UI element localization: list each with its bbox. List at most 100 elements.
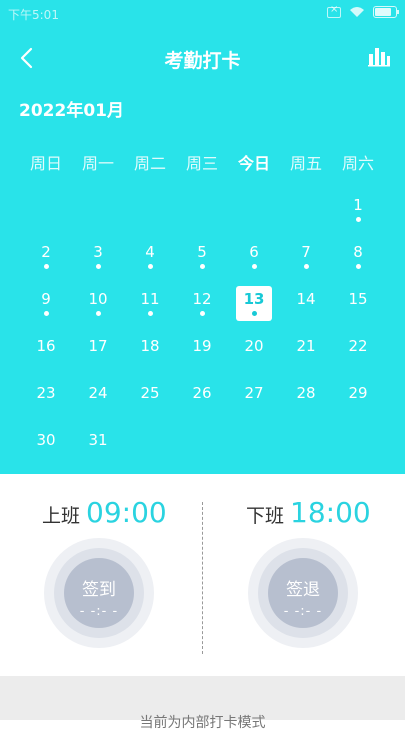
on-duty-label: 上班 xyxy=(42,505,81,527)
calendar-day-number: 5 xyxy=(197,243,207,261)
on-duty-header: 上班 09:00 xyxy=(42,496,167,529)
calendar-day[interactable]: 17 xyxy=(72,327,124,374)
calendar-day[interactable]: 6 xyxy=(228,233,280,280)
calendar-week-row: 1 xyxy=(20,186,384,233)
calendar-week-row: 2 3 4 5 6 7 8 xyxy=(20,233,384,280)
calendar-day-number: 12 xyxy=(192,290,212,308)
calendar-day[interactable]: 10 xyxy=(72,280,124,327)
footer-text: 当前为内部打卡模式 xyxy=(139,715,266,731)
wifi-icon xyxy=(350,7,364,17)
check-in-time: - -:- - xyxy=(79,604,119,619)
calendar-day[interactable]: 28 xyxy=(280,374,332,421)
weekday-label: 周日 xyxy=(29,154,62,173)
calendar-day[interactable]: 30 xyxy=(20,421,72,468)
attendance-dot xyxy=(251,311,257,316)
calendar-day[interactable]: 3 xyxy=(72,233,124,280)
check-in-label: 签到 xyxy=(82,580,116,600)
calendar-day-number: 29 xyxy=(348,384,368,402)
calendar-day-number: 13 xyxy=(243,290,265,308)
calendar-day-number: 10 xyxy=(88,290,108,308)
check-out-time: - -:- - xyxy=(283,604,323,619)
calendar-day-number: 2 xyxy=(41,243,51,261)
calendar-day-empty xyxy=(332,421,384,468)
on-duty-time: 09:00 xyxy=(86,496,167,529)
calendar-day-today[interactable]: 13 xyxy=(228,280,280,327)
calendar-day-number: 25 xyxy=(140,384,160,402)
calendar-day[interactable]: 23 xyxy=(20,374,72,421)
calendar-day-number: 4 xyxy=(145,243,155,261)
calendar-day[interactable]: 1 xyxy=(332,186,384,233)
calendar-day[interactable]: 16 xyxy=(20,327,72,374)
off-duty-time: 18:00 xyxy=(290,496,371,529)
calendar-day[interactable]: 27 xyxy=(228,374,280,421)
attendance-panel: 上班 09:00 签到 - -:- - 下班 18:00 签退 - -:- - xyxy=(0,474,405,676)
calendar-day-number: 23 xyxy=(36,384,56,402)
off-duty-header: 下班 18:00 xyxy=(246,496,371,529)
calendar-day[interactable]: 20 xyxy=(228,327,280,374)
attendance-dot xyxy=(95,264,101,269)
check-out-button[interactable]: 签退 - -:- - xyxy=(248,538,358,648)
calendar-day-empty xyxy=(280,186,332,233)
attendance-dot xyxy=(199,264,205,269)
weekday-label: 周三 xyxy=(185,154,218,173)
calendar-day[interactable]: 2 xyxy=(20,233,72,280)
calendar-day[interactable]: 19 xyxy=(176,327,228,374)
calendar-day-empty xyxy=(228,186,280,233)
calendar-day-number: 16 xyxy=(36,337,56,355)
calendar-day[interactable]: 7 xyxy=(280,233,332,280)
calendar-week-row: 16 17 18 19 20 21 22 xyxy=(20,327,384,374)
calendar-day-number: 15 xyxy=(348,290,368,308)
attendance-dot xyxy=(355,264,361,269)
calendar-day[interactable]: 4 xyxy=(124,233,176,280)
calendar-day-number: 8 xyxy=(353,243,363,261)
calendar-day-number: 22 xyxy=(348,337,368,355)
calendar-day[interactable]: 26 xyxy=(176,374,228,421)
page-title: 考勤打卡 xyxy=(164,50,241,72)
calendar-day-number: 28 xyxy=(296,384,316,402)
calendar-grid: 1 2 3 4 5 6 7 8 9 10 11 12 13 14 15 16 17 18 19 20 21 22 23 24 2… xyxy=(20,186,384,468)
attendance-dot xyxy=(251,264,257,269)
weekday-label: 周一 xyxy=(81,154,114,173)
calendar-day-number: 21 xyxy=(296,337,316,355)
weekday-label: 周六 xyxy=(341,154,374,173)
calendar-day[interactable]: 12 xyxy=(176,280,228,327)
calendar-panel: 下午5:01 考勤打卡 2022年01月 周日 周一 周二 周三 今日 周五 周… xyxy=(0,0,405,474)
calendar-day[interactable]: 21 xyxy=(280,327,332,374)
battery-icon xyxy=(373,6,399,18)
calendar-day-empty xyxy=(72,186,124,233)
check-out-label: 签退 xyxy=(286,580,320,600)
calendar-day[interactable]: 24 xyxy=(72,374,124,421)
calendar-day[interactable]: 9 xyxy=(20,280,72,327)
attendance-dot xyxy=(199,311,205,316)
calendar-day-number: 14 xyxy=(296,290,316,308)
check-in-button[interactable]: 签到 - -:- - xyxy=(44,538,154,648)
calendar-day-number: 31 xyxy=(88,431,108,449)
calendar-day[interactable]: 15 xyxy=(332,280,384,327)
calendar-day[interactable]: 14 xyxy=(280,280,332,327)
attendance-dot xyxy=(43,264,49,269)
calendar-day-number: 20 xyxy=(244,337,264,355)
calendar-day[interactable]: 29 xyxy=(332,374,384,421)
calendar-week-row: 30 31 xyxy=(20,421,384,468)
calendar-day-number: 19 xyxy=(192,337,212,355)
calendar-day-number: 27 xyxy=(244,384,264,402)
footer-bar: 当前为内部打卡模式 xyxy=(0,676,405,731)
weekday-label-today: 今日 xyxy=(237,154,270,173)
calendar-day-number: 18 xyxy=(140,337,160,355)
calendar-day[interactable]: 11 xyxy=(124,280,176,327)
calendar-day[interactable]: 25 xyxy=(124,374,176,421)
calendar-day[interactable]: 31 xyxy=(72,421,124,468)
calendar-day-number: 24 xyxy=(88,384,108,402)
bar-chart-icon[interactable] xyxy=(367,44,391,68)
month-label: 2022年01月 xyxy=(19,101,124,121)
weekday-header: 周日 周一 周二 周三 今日 周五 周六 xyxy=(20,150,384,174)
calendar-day[interactable]: 5 xyxy=(176,233,228,280)
calendar-day[interactable]: 18 xyxy=(124,327,176,374)
calendar-day-number: 6 xyxy=(249,243,259,261)
weekday-label: 周二 xyxy=(133,154,166,173)
calendar-day-number: 1 xyxy=(353,196,363,214)
sim-off-icon xyxy=(327,4,341,18)
calendar-day-empty xyxy=(124,186,176,233)
calendar-day[interactable]: 22 xyxy=(332,327,384,374)
calendar-day[interactable]: 8 xyxy=(332,233,384,280)
